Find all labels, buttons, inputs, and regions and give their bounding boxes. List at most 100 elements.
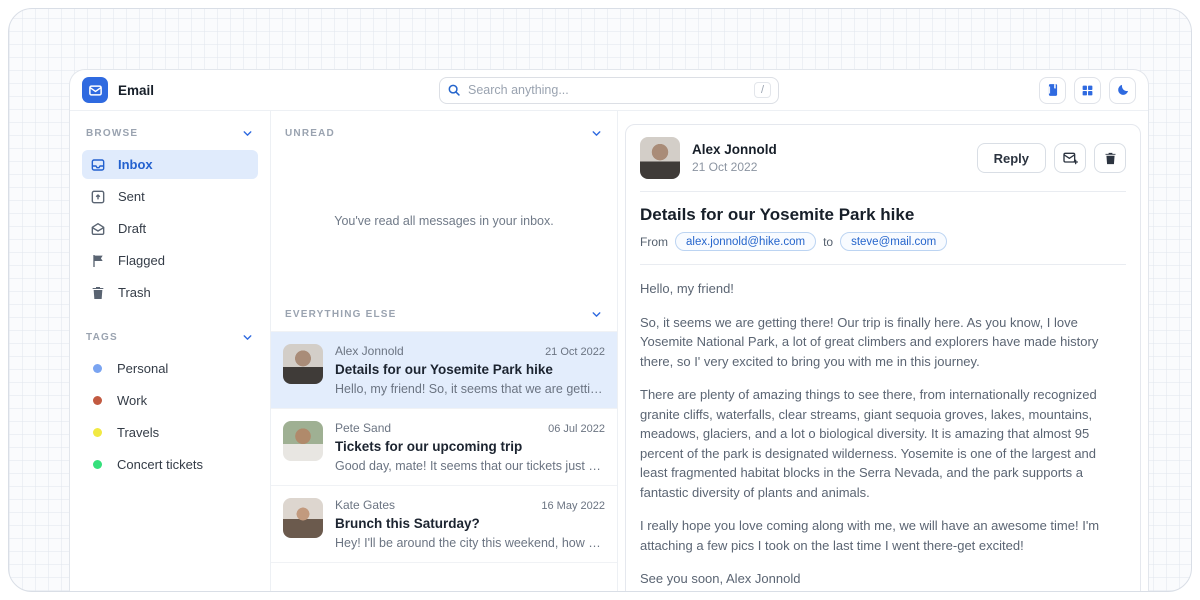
body-paragraph: So, it seems we are getting there! Our t… bbox=[640, 313, 1126, 372]
body-paragraph: I really hope you love coming along with… bbox=[640, 516, 1126, 555]
unread-label: UNREAD bbox=[285, 128, 335, 139]
detail-sender-block: Alex Jonnold 21 Oct 2022 bbox=[692, 142, 777, 174]
tag-color-dot bbox=[93, 460, 102, 469]
inbox-icon bbox=[90, 157, 106, 173]
tag-color-dot bbox=[93, 364, 102, 373]
mail-sender: Kate Gates bbox=[335, 498, 395, 512]
trash-icon bbox=[90, 285, 106, 301]
tag-item-concert-tickets[interactable]: Concert tickets bbox=[82, 450, 258, 479]
tag-label: Personal bbox=[117, 361, 168, 376]
trash-icon bbox=[1103, 151, 1118, 166]
dark-mode-toggle[interactable] bbox=[1109, 77, 1136, 104]
search-input[interactable] bbox=[468, 83, 747, 97]
envelope-plus-icon bbox=[1062, 150, 1078, 166]
tag-label: Travels bbox=[117, 425, 159, 440]
draft-icon bbox=[90, 221, 106, 237]
sent-icon bbox=[90, 189, 106, 205]
mail-item-body: Alex Jonnold 21 Oct 2022 Details for our… bbox=[335, 344, 605, 396]
mail-preview: Hello, my friend! So, it seems that we a… bbox=[335, 382, 605, 396]
mail-date: 16 May 2022 bbox=[541, 500, 605, 512]
mail-sender: Pete Sand bbox=[335, 421, 391, 435]
tag-color-dot bbox=[93, 428, 102, 437]
app-title: Email bbox=[118, 83, 154, 98]
to-label: to bbox=[823, 235, 833, 249]
tag-color-dot bbox=[93, 396, 102, 405]
detail-actions: Reply bbox=[977, 143, 1126, 173]
browse-section-header[interactable]: BROWSE bbox=[82, 125, 258, 150]
unread-empty-state: You've read all messages in your inbox. bbox=[271, 150, 617, 292]
body-paragraph: There are plenty of amazing things to se… bbox=[640, 385, 1126, 502]
chevron-down-icon[interactable] bbox=[241, 331, 254, 344]
sidebar-item-label: Draft bbox=[118, 221, 146, 236]
mail-list-item[interactable]: Kate Gates 16 May 2022 Brunch this Satur… bbox=[271, 485, 617, 563]
notebook-icon bbox=[1046, 83, 1060, 97]
envelope-icon bbox=[88, 83, 103, 98]
email-logo bbox=[82, 77, 108, 103]
reply-button[interactable]: Reply bbox=[977, 143, 1046, 173]
tag-item-travels[interactable]: Travels bbox=[82, 418, 258, 447]
search-icon bbox=[447, 83, 461, 97]
mail-list-item[interactable]: Pete Sand 06 Jul 2022 Tickets for our up… bbox=[271, 408, 617, 485]
tag-label: Work bbox=[117, 393, 147, 408]
tags-section-header[interactable]: TAGS bbox=[82, 329, 258, 354]
mail-list-column: UNREAD You've read all messages in your … bbox=[270, 111, 618, 592]
unread-section-header[interactable]: UNREAD bbox=[271, 111, 617, 150]
sidebar-item-sent[interactable]: Sent bbox=[82, 182, 258, 211]
from-email-chip[interactable]: alex.jonnold@hike.com bbox=[675, 232, 816, 251]
tag-label: Concert tickets bbox=[117, 457, 203, 472]
sidebar-item-label: Sent bbox=[118, 189, 145, 204]
mail-subject: Details for our Yosemite Park hike bbox=[335, 362, 605, 377]
tag-item-work[interactable]: Work bbox=[82, 386, 258, 415]
avatar bbox=[283, 421, 323, 461]
app-main: BROWSE Inbox Sent bbox=[70, 111, 1148, 592]
mail-preview: Hey! I'll be around the city this weeken… bbox=[335, 536, 605, 550]
mail-detail-card: Alex Jonnold 21 Oct 2022 Reply bbox=[625, 124, 1141, 592]
everything-else-label: EVERYTHING ELSE bbox=[285, 309, 397, 320]
mail-date: 21 Oct 2022 bbox=[545, 346, 605, 358]
email-app-window: Email / bbox=[69, 69, 1149, 592]
sidebar-item-flagged[interactable]: Flagged bbox=[82, 246, 258, 275]
sidebar: BROWSE Inbox Sent bbox=[70, 111, 270, 592]
from-label: From bbox=[640, 235, 668, 249]
to-email-chip[interactable]: steve@mail.com bbox=[840, 232, 947, 251]
app-header: Email / bbox=[70, 70, 1148, 111]
detail-sender-name: Alex Jonnold bbox=[692, 142, 777, 157]
sidebar-item-label: Flagged bbox=[118, 253, 165, 268]
avatar bbox=[283, 498, 323, 538]
page-background: Email / bbox=[8, 8, 1192, 592]
sidebar-item-inbox[interactable]: Inbox bbox=[82, 150, 258, 179]
search-shortcut-key: / bbox=[754, 82, 771, 98]
chevron-down-icon[interactable] bbox=[241, 127, 254, 140]
mail-subject: Tickets for our upcoming trip bbox=[335, 439, 605, 454]
detail-body: Hello, my friend! So, it seems we are ge… bbox=[626, 265, 1140, 592]
chevron-down-icon[interactable] bbox=[590, 308, 603, 321]
notebook-button[interactable] bbox=[1039, 77, 1066, 104]
detail-from-to-row: From alex.jonnold@hike.com to steve@mail… bbox=[626, 232, 1140, 264]
tags-label: TAGS bbox=[86, 332, 118, 343]
forward-button[interactable] bbox=[1054, 143, 1086, 173]
mail-detail-column: Alex Jonnold 21 Oct 2022 Reply bbox=[618, 111, 1148, 592]
avatar bbox=[283, 344, 323, 384]
detail-subject: Details for our Yosemite Park hike bbox=[626, 192, 1140, 232]
browse-label: BROWSE bbox=[86, 128, 138, 139]
chevron-down-icon[interactable] bbox=[590, 127, 603, 140]
body-paragraph: Hello, my friend! bbox=[640, 279, 1126, 299]
apps-grid-button[interactable] bbox=[1074, 77, 1101, 104]
delete-button[interactable] bbox=[1094, 143, 1126, 173]
mail-item-body: Kate Gates 16 May 2022 Brunch this Satur… bbox=[335, 498, 605, 550]
mail-sender: Alex Jonnold bbox=[335, 344, 404, 358]
detail-header: Alex Jonnold 21 Oct 2022 Reply bbox=[626, 125, 1140, 191]
mail-list-item[interactable]: Alex Jonnold 21 Oct 2022 Details for our… bbox=[271, 331, 617, 408]
mail-subject: Brunch this Saturday? bbox=[335, 516, 605, 531]
apps-grid-icon bbox=[1081, 84, 1094, 97]
header-actions bbox=[1039, 77, 1136, 104]
mail-preview: Good day, mate! It seems that our ticket… bbox=[335, 459, 605, 473]
sidebar-item-draft[interactable]: Draft bbox=[82, 214, 258, 243]
everything-else-section-header[interactable]: EVERYTHING ELSE bbox=[271, 292, 617, 331]
sidebar-item-label: Trash bbox=[118, 285, 151, 300]
sidebar-item-label: Inbox bbox=[118, 157, 153, 172]
moon-icon bbox=[1116, 83, 1130, 97]
tag-item-personal[interactable]: Personal bbox=[82, 354, 258, 383]
sidebar-item-trash[interactable]: Trash bbox=[82, 278, 258, 307]
search-bar[interactable]: / bbox=[439, 77, 779, 104]
